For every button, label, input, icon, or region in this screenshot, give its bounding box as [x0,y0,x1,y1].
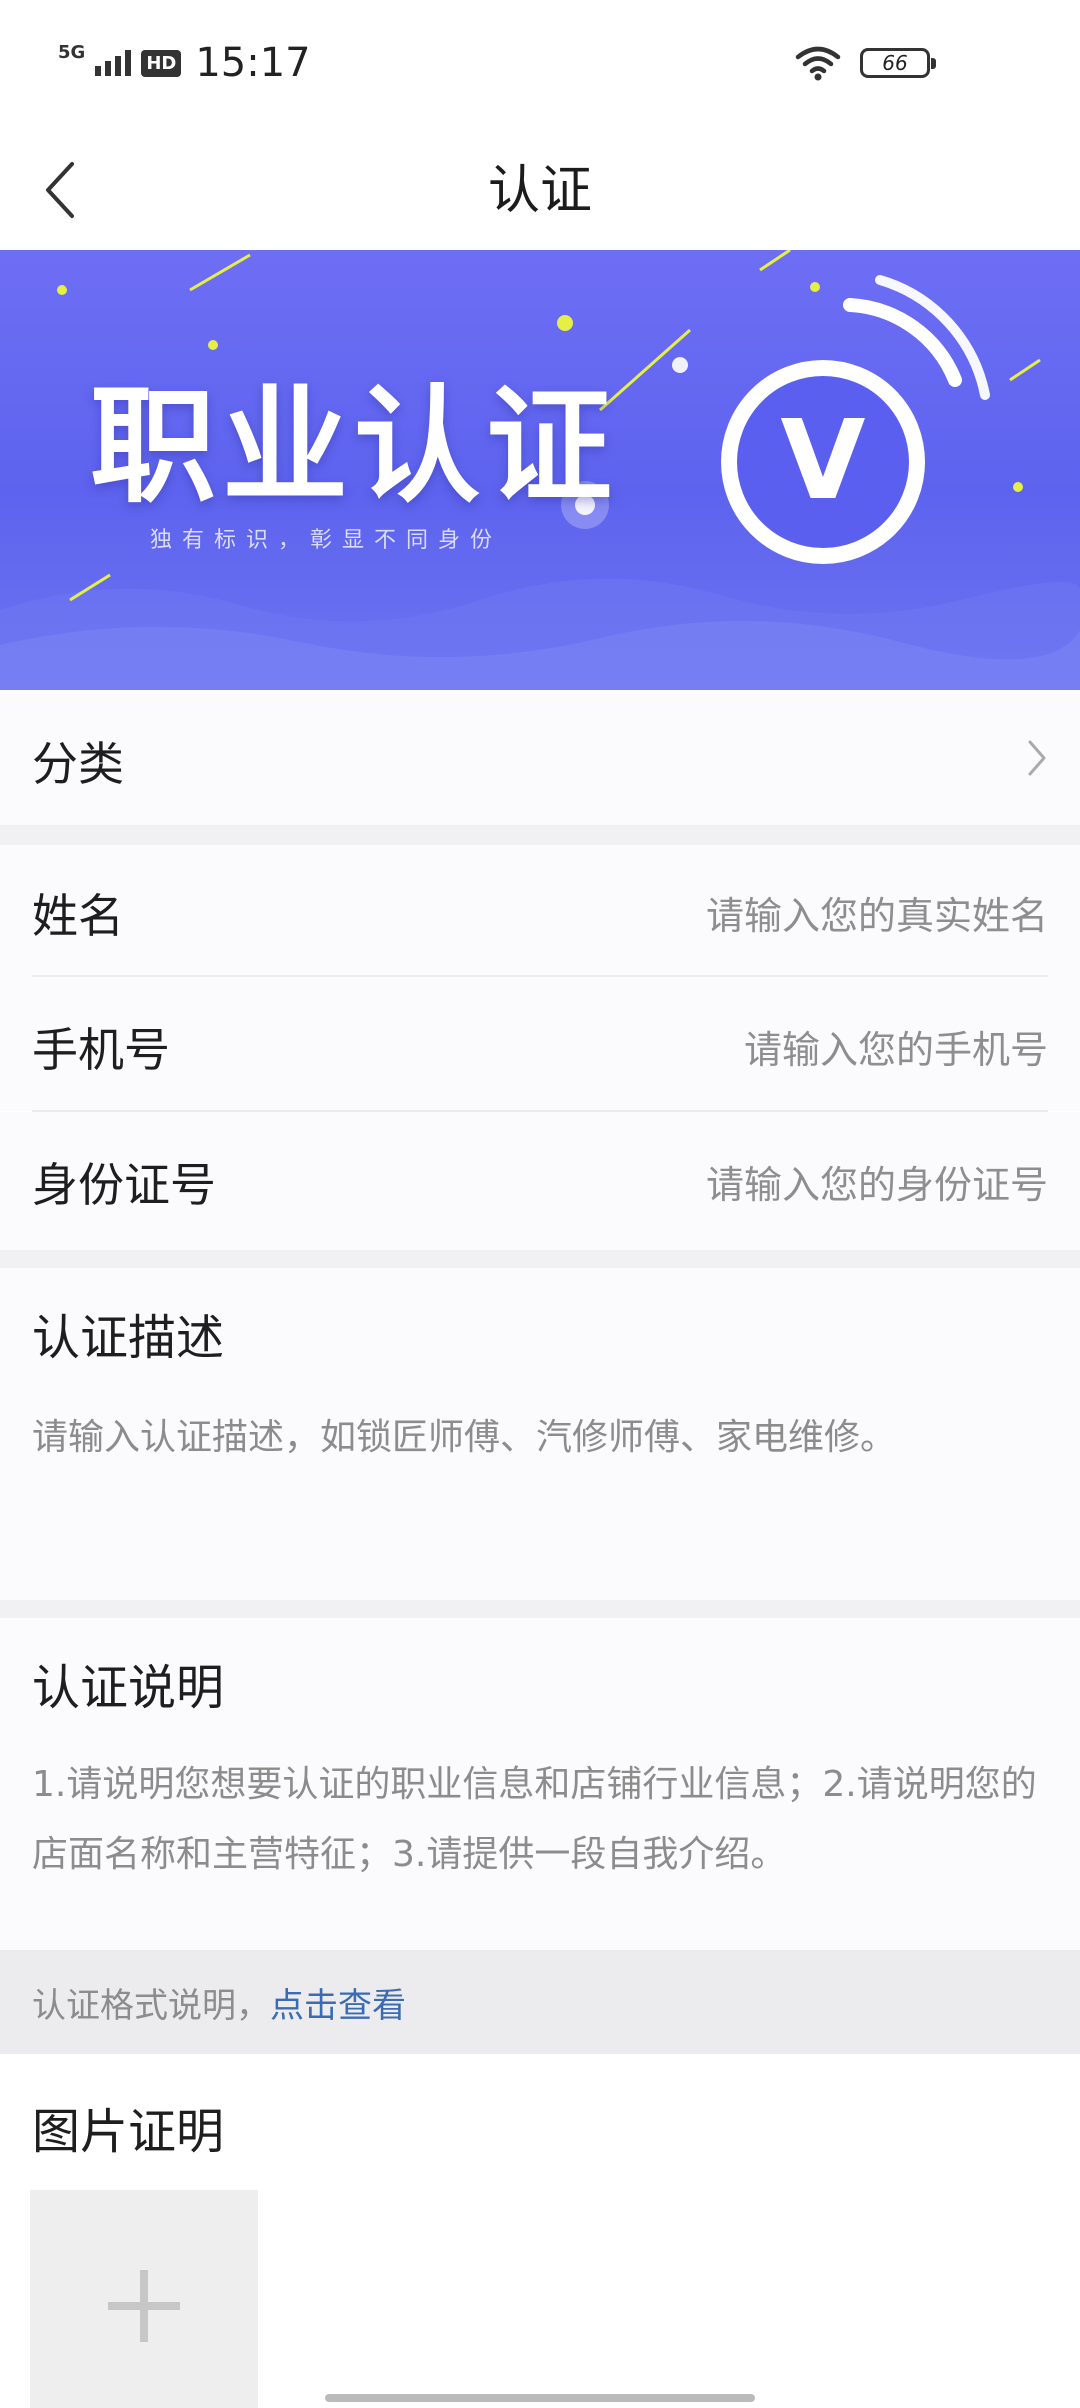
name-row[interactable]: 姓名 请输入您的真实姓名 [0,845,1080,977]
nav-bar: 认证 [0,120,1080,250]
status-bar: 5G HD 15:17 66 [0,0,1080,120]
banner-title: 职业认证 [90,373,618,520]
format-tip-bar: 认证格式说明， 点击查看 [0,1950,1080,2054]
network-type: 5G [58,42,86,63]
view-format-link[interactable]: 点击查看 [270,1978,406,2027]
name-input[interactable]: 请输入您的真实姓名 [706,885,1048,940]
id-card-label: 身份证号 [32,1158,216,1212]
name-label: 姓名 [32,889,124,943]
battery-level: 66 [882,51,908,75]
phone-input[interactable]: 请输入您的手机号 [744,1019,1048,1074]
clock: 15:17 [195,40,311,86]
status-right: 66 [794,38,936,88]
status-left: 5G HD 15:17 [58,38,311,88]
section-gap [0,1250,1080,1268]
instructions-section: 认证说明 1.请说明您想要认证的职业信息和店铺行业信息；2.请说明您的店面名称和… [0,1618,1080,1950]
instructions-text: 1.请说明您想要认证的职业信息和店铺行业信息；2.请说明您的店面名称和主营特征；… [32,1764,1037,1875]
verified-badge-letter: V [780,396,866,524]
home-indicator [325,2394,755,2402]
photo-proof-title: 图片证明 [32,2104,225,2160]
page-title: 认证 [0,120,1080,250]
description-title: 认证描述 [32,1310,225,1366]
chevron-right-icon [1028,740,1046,776]
category-row[interactable]: 分类 [0,690,1080,825]
banner-subtitle: 独有标识，彰显不同身份 [150,528,503,553]
wifi-icon [795,46,841,81]
phone-label: 手机号 [32,1023,170,1077]
plus-icon [108,2270,180,2342]
signal-icon [95,50,132,76]
battery-icon: 66 [860,48,936,78]
back-button[interactable] [20,140,100,240]
category-label: 分类 [32,737,124,791]
hd-badge: HD [141,49,182,77]
add-photo-button[interactable] [30,2190,258,2408]
description-textarea[interactable]: 请输入认证描述，如锁匠师傅、汽修师傅、家电维修。 [32,1403,1040,1473]
chevron-left-icon [46,162,74,218]
phone-row[interactable]: 手机号 请输入您的手机号 [0,977,1080,1111]
section-gap [0,1600,1080,1618]
section-gap [0,825,1080,845]
format-tip: 认证格式说明， 点击查看 [32,1950,406,2054]
description-section: 认证描述 请输入认证描述，如锁匠师傅、汽修师傅、家电维修。 [0,1268,1080,1600]
instructions-title: 认证说明 [32,1660,225,1716]
id-card-input[interactable]: 请输入您的身份证号 [706,1154,1048,1209]
banner: 职业认证 独有标识，彰显不同身份 V [0,250,1080,690]
id-card-row[interactable]: 身份证号 请输入您的身份证号 [0,1112,1080,1250]
format-tip-text: 认证格式说明， [32,1985,270,2026]
page-title-text: 认证 [487,160,592,221]
